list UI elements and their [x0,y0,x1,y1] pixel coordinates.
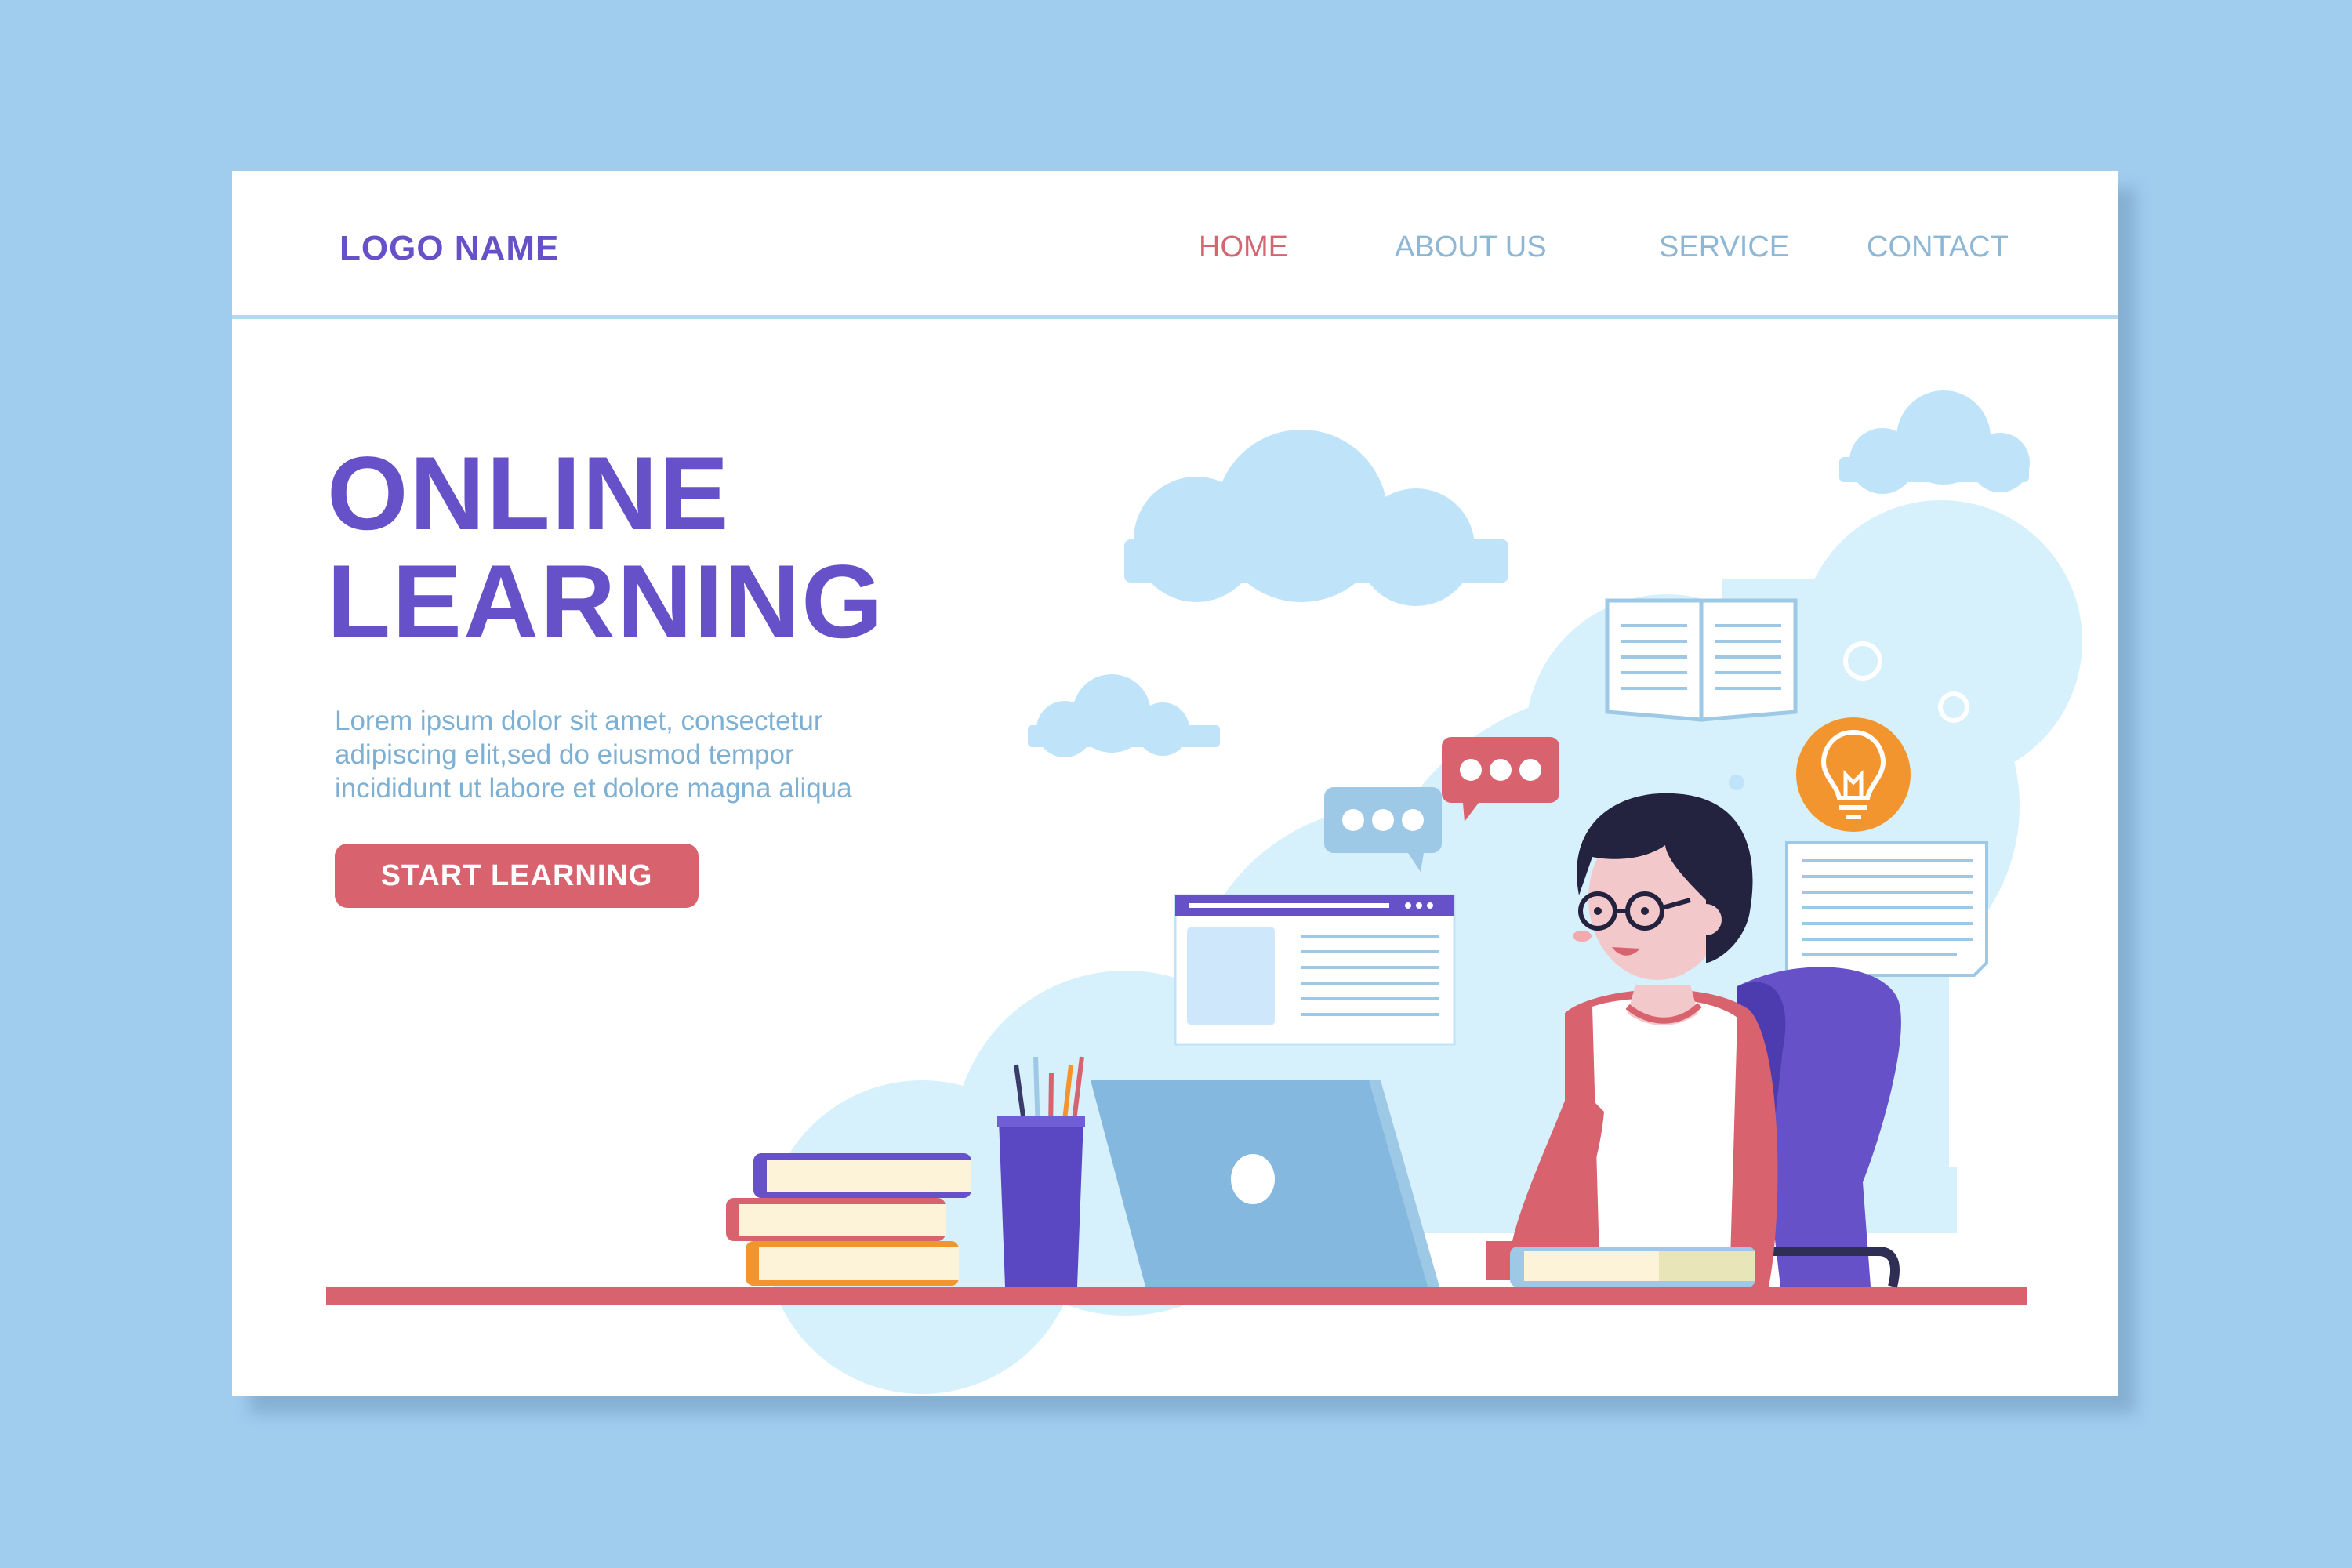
cloud-small-top-right [1839,390,2030,494]
laptop-icon [1091,1080,1439,1287]
online-learning-illustration [326,390,2082,1394]
cloud-large [1124,430,1508,606]
landing-page-card: LOGO NAME HOME ABOUT US SERVICE CONTACT … [232,171,2118,1396]
book-stack [726,1153,971,1286]
cloud-small-left [1028,674,1220,757]
open-book-icon [1605,598,1798,722]
desk-surface [326,1287,2027,1305]
book-on-desk [1510,1247,1755,1287]
decorative-dot [1729,775,1744,790]
document-icon [1785,841,1988,977]
browser-window-icon [1174,894,1456,1046]
lightbulb-icon [1796,717,1911,832]
